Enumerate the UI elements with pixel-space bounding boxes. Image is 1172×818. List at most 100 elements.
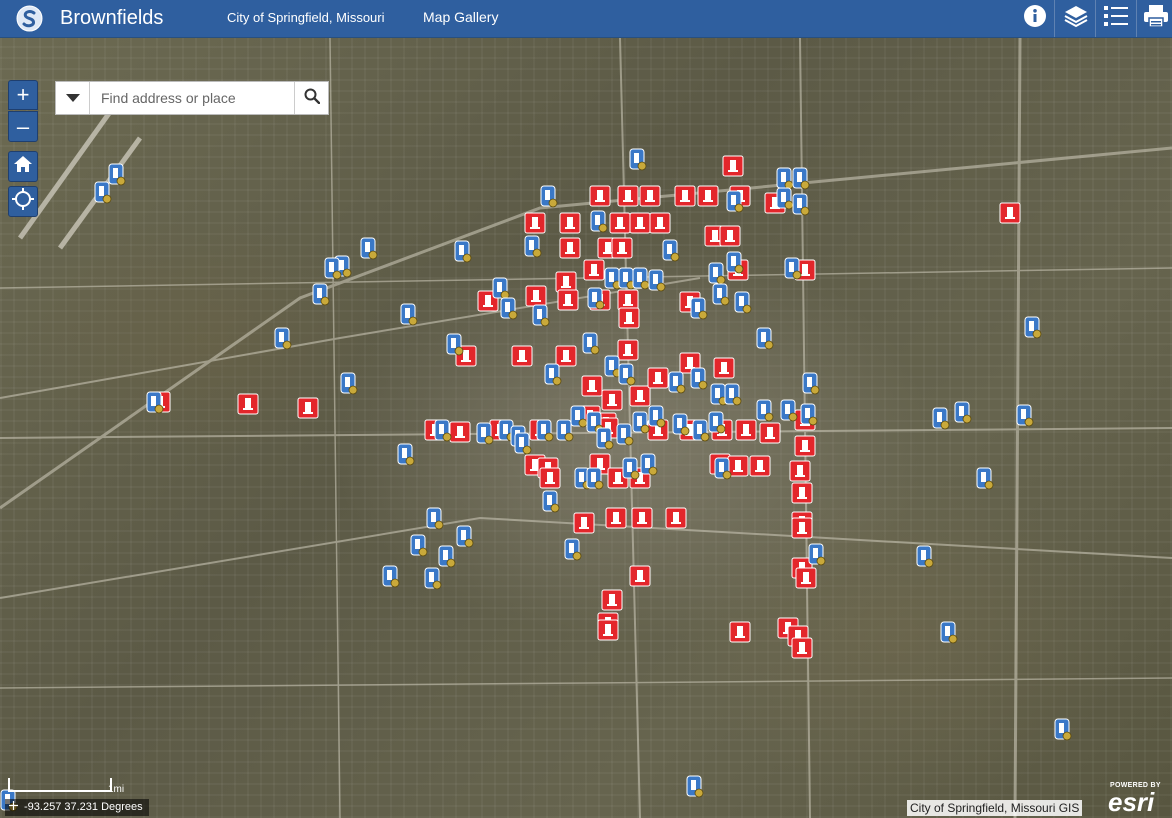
legend-button[interactable]: [1098, 0, 1133, 37]
blue-site-marker[interactable]: [792, 167, 810, 190]
print-button[interactable]: [1138, 0, 1172, 37]
search-source-dropdown[interactable]: [56, 82, 90, 114]
red-site-marker[interactable]: [525, 285, 547, 307]
blue-site-marker[interactable]: [312, 283, 330, 306]
blue-site-marker[interactable]: [976, 467, 994, 490]
red-site-marker[interactable]: [791, 482, 813, 504]
blue-site-marker[interactable]: [756, 399, 774, 422]
blue-site-marker[interactable]: [932, 407, 950, 430]
blue-site-marker[interactable]: [456, 525, 474, 548]
blue-site-marker[interactable]: [629, 148, 647, 171]
blue-site-marker[interactable]: [542, 490, 560, 513]
blue-site-marker[interactable]: [382, 565, 400, 588]
blue-site-marker[interactable]: [714, 457, 732, 480]
blue-site-marker[interactable]: [800, 403, 818, 426]
blue-site-marker[interactable]: [640, 453, 658, 476]
blue-site-marker[interactable]: [524, 235, 542, 258]
blue-site-marker[interactable]: [916, 545, 934, 568]
blue-site-marker[interactable]: [708, 262, 726, 285]
red-site-marker[interactable]: [629, 385, 651, 407]
red-site-marker[interactable]: [618, 307, 640, 329]
blue-site-marker[interactable]: [648, 269, 666, 292]
blue-site-marker[interactable]: [726, 251, 744, 274]
red-site-marker[interactable]: [617, 185, 639, 207]
blue-site-marker[interactable]: [544, 363, 562, 386]
blue-site-marker[interactable]: [570, 405, 588, 428]
red-site-marker[interactable]: [589, 185, 611, 207]
blue-site-marker[interactable]: [424, 567, 442, 590]
blue-site-marker[interactable]: [726, 190, 744, 213]
map-view[interactable]: + –: [0, 38, 1172, 818]
red-site-marker[interactable]: [524, 212, 546, 234]
red-site-marker[interactable]: [665, 507, 687, 529]
blue-site-marker[interactable]: [564, 538, 582, 561]
blue-site-marker[interactable]: [590, 210, 608, 233]
red-site-marker[interactable]: [791, 637, 813, 659]
red-site-marker[interactable]: [794, 435, 816, 457]
blue-site-marker[interactable]: [708, 411, 726, 434]
red-site-marker[interactable]: [759, 422, 781, 444]
layers-button[interactable]: [1058, 0, 1093, 37]
home-button[interactable]: [8, 151, 38, 182]
red-site-marker[interactable]: [713, 357, 735, 379]
blue-site-marker[interactable]: [587, 287, 605, 310]
blue-site-marker[interactable]: [792, 193, 810, 216]
blue-site-marker[interactable]: [756, 327, 774, 350]
blue-site-marker[interactable]: [1054, 718, 1072, 741]
red-site-marker[interactable]: [297, 397, 319, 419]
red-site-marker[interactable]: [573, 512, 595, 534]
blue-site-marker[interactable]: [940, 621, 958, 644]
red-site-marker[interactable]: [999, 202, 1021, 224]
blue-site-marker[interactable]: [808, 543, 826, 566]
red-site-marker[interactable]: [649, 212, 671, 234]
red-site-marker[interactable]: [597, 619, 619, 641]
blue-site-marker[interactable]: [662, 239, 680, 262]
red-site-marker[interactable]: [631, 507, 653, 529]
blue-site-marker[interactable]: [648, 405, 666, 428]
blue-site-marker[interactable]: [454, 240, 472, 263]
red-site-marker[interactable]: [559, 212, 581, 234]
blue-site-marker[interactable]: [274, 327, 292, 350]
esri-logo[interactable]: POWERED BY esri: [1106, 782, 1170, 816]
red-site-marker[interactable]: [583, 259, 605, 281]
blue-site-marker[interactable]: [536, 419, 554, 442]
blue-site-marker[interactable]: [632, 267, 650, 290]
red-site-marker[interactable]: [611, 237, 633, 259]
blue-site-marker[interactable]: [532, 304, 550, 327]
red-site-marker[interactable]: [539, 467, 561, 489]
map-canvas[interactable]: [0, 38, 1172, 818]
blue-site-marker[interactable]: [1016, 404, 1034, 427]
red-site-marker[interactable]: [791, 517, 813, 539]
red-site-marker[interactable]: [735, 419, 757, 441]
blue-site-marker[interactable]: [446, 333, 464, 356]
blue-site-marker[interactable]: [434, 419, 452, 442]
red-site-marker[interactable]: [617, 339, 639, 361]
blue-site-marker[interactable]: [712, 283, 730, 306]
blue-site-marker[interactable]: [514, 432, 532, 455]
red-site-marker[interactable]: [555, 345, 577, 367]
blue-site-marker[interactable]: [690, 297, 708, 320]
blue-site-marker[interactable]: [426, 507, 444, 530]
red-site-marker[interactable]: [449, 421, 471, 443]
blue-site-marker[interactable]: [802, 372, 820, 395]
blue-site-marker[interactable]: [108, 163, 126, 186]
blue-site-marker[interactable]: [668, 371, 686, 394]
red-site-marker[interactable]: [727, 455, 749, 477]
red-site-marker[interactable]: [557, 289, 579, 311]
city-logo-icon[interactable]: [16, 5, 43, 32]
red-site-marker[interactable]: [581, 375, 603, 397]
blue-site-marker[interactable]: [686, 775, 704, 798]
red-site-marker[interactable]: [647, 367, 669, 389]
blue-site-marker[interactable]: [438, 545, 456, 568]
blue-site-marker[interactable]: [596, 427, 614, 450]
blue-site-marker[interactable]: [476, 422, 494, 445]
blue-site-marker[interactable]: [954, 401, 972, 424]
red-site-marker[interactable]: [237, 393, 259, 415]
red-site-marker[interactable]: [601, 589, 623, 611]
blue-site-marker[interactable]: [690, 367, 708, 390]
red-site-marker[interactable]: [555, 271, 577, 293]
blue-site-marker[interactable]: [1024, 316, 1042, 339]
blue-site-marker[interactable]: [400, 303, 418, 326]
red-site-marker[interactable]: [722, 155, 744, 177]
blue-site-marker[interactable]: [146, 391, 164, 414]
